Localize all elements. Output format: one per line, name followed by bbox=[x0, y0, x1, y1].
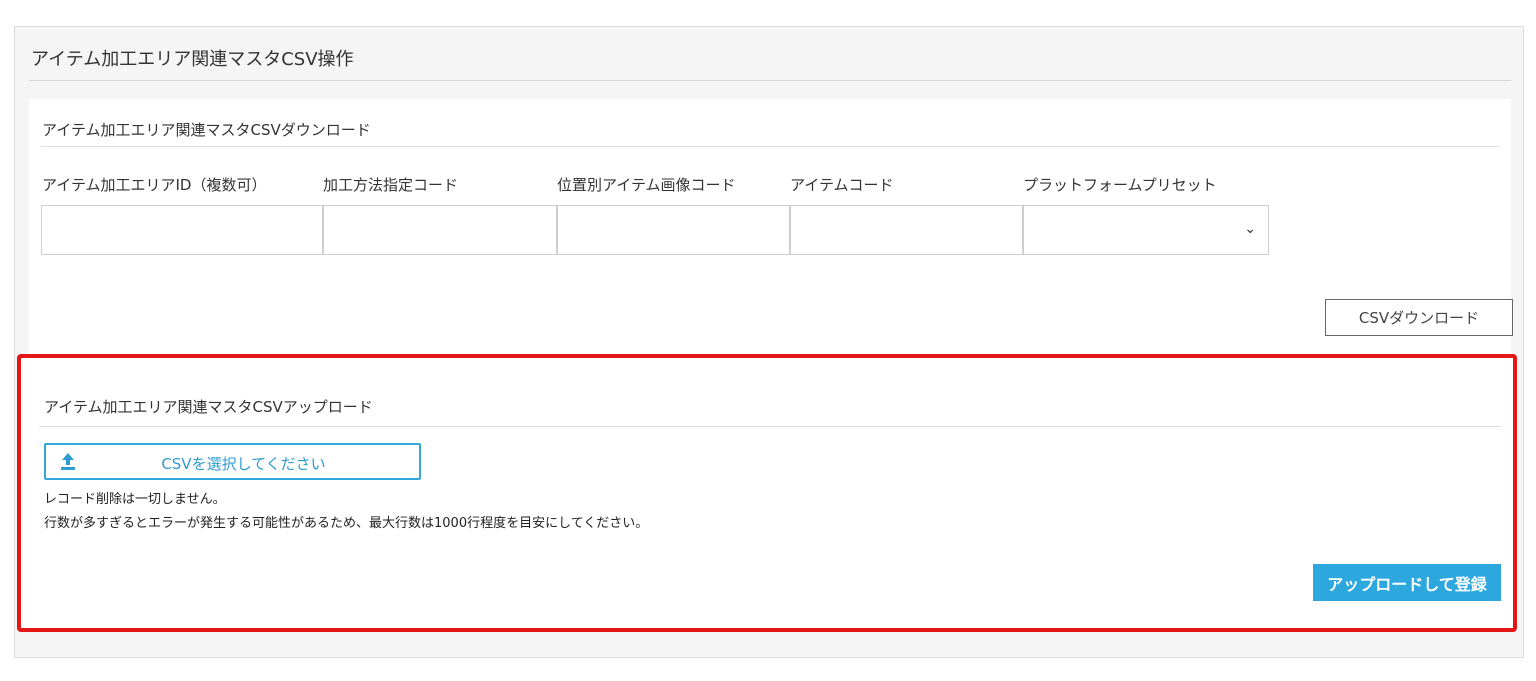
csv-download-button[interactable]: CSVダウンロード bbox=[1325, 299, 1513, 336]
item-code-label: アイテムコード bbox=[790, 176, 894, 194]
download-divider bbox=[41, 146, 1499, 147]
processing-method-code-label: 加工方法指定コード bbox=[323, 176, 459, 194]
position-item-image-code-input[interactable] bbox=[557, 205, 790, 255]
platform-preset-select[interactable]: ⌄ bbox=[1023, 205, 1269, 255]
processing-area-id-input[interactable] bbox=[41, 205, 323, 255]
csv-file-select-label: CSVを選択してください bbox=[161, 455, 326, 473]
download-section-title: アイテム加工エリア関連マスタCSVダウンロード bbox=[42, 121, 371, 139]
platform-preset-label: プラットフォームプリセット bbox=[1023, 176, 1217, 194]
csv-file-select-button[interactable]: CSVを選択してください bbox=[44, 443, 421, 480]
download-section: アイテム加工エリア関連マスタCSVダウンロード アイテム加工エリアID（複数可）… bbox=[29, 99, 1513, 365]
chevron-down-icon: ⌄ bbox=[1244, 221, 1256, 237]
upload-section: アイテム加工エリア関連マスタCSVアップロード CSVを選択してください レコー… bbox=[27, 368, 1511, 620]
page-title: アイテム加工エリア関連マスタCSV操作 bbox=[31, 49, 354, 70]
item-code-input[interactable] bbox=[790, 205, 1023, 255]
processing-area-id-label: アイテム加工エリアID（複数可） bbox=[42, 176, 267, 194]
upload-section-title: アイテム加工エリア関連マスタCSVアップロード bbox=[44, 398, 373, 416]
upload-register-button[interactable]: アップロードして登録 bbox=[1313, 564, 1501, 601]
upload-highlight-frame: アイテム加工エリア関連マスタCSVアップロード CSVを選択してください レコー… bbox=[17, 354, 1517, 632]
note-row-limit: 行数が多すぎるとエラーが発生する可能性があるため、最大行数は1000行程度を目安… bbox=[44, 516, 649, 531]
title-divider bbox=[29, 80, 1511, 81]
upload-divider bbox=[39, 426, 1501, 427]
note-no-deletion: レコード削除は一切しません。 bbox=[44, 492, 226, 507]
processing-method-code-input[interactable] bbox=[323, 205, 557, 255]
position-item-image-code-label: 位置別アイテム画像コード bbox=[557, 176, 736, 194]
